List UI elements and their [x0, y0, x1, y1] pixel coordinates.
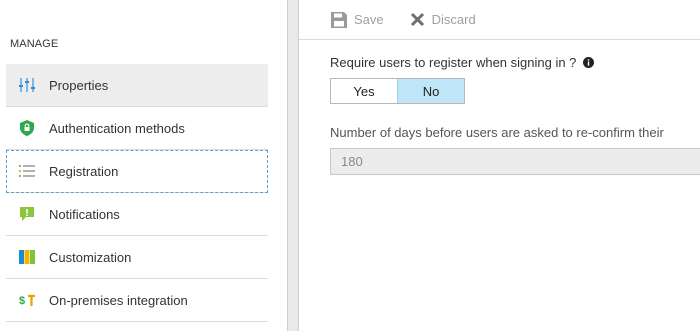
save-button[interactable]: Save — [331, 11, 384, 28]
save-label: Save — [354, 12, 384, 27]
sidebar-nav: Properties Authentication methods Regist… — [6, 64, 268, 322]
sidebar-item-label: Customization — [49, 249, 132, 265]
require-registration-label: Require users to register when signing i… — [330, 55, 595, 71]
sidebar-item-label: Authentication methods — [49, 120, 185, 136]
sidebar-item-label: Properties — [49, 77, 109, 93]
save-icon — [331, 11, 347, 28]
reconfirm-days-input[interactable]: 180 — [330, 148, 700, 175]
toolbar: Save Discard — [299, 0, 700, 40]
sidebar-item-customization[interactable]: Customization — [6, 236, 268, 279]
require-registration-text: Require users to register when signing i… — [330, 55, 577, 70]
sidebar-item-label: Notifications — [49, 206, 120, 222]
toggle-option-yes[interactable]: Yes — [331, 79, 397, 103]
shield-icon — [18, 120, 36, 136]
discard-button[interactable]: Discard — [410, 12, 476, 27]
reconfirm-days-label: Number of days before users are asked to… — [330, 125, 664, 140]
require-registration-toggle: Yes No — [330, 78, 465, 104]
list-icon — [18, 163, 36, 179]
sidebar-item-label: Registration — [49, 163, 119, 179]
customization-icon — [18, 249, 36, 265]
sidebar: MANAGE Properties Authentication methods… — [0, 0, 268, 331]
properties-icon — [18, 77, 36, 93]
svg-text:$: $ — [19, 295, 25, 307]
sidebar-item-properties[interactable]: Properties — [6, 64, 268, 107]
integration-icon: $ — [18, 292, 36, 308]
sidebar-item-label: On-premises integration — [49, 292, 188, 308]
sidebar-item-on-premises-integration[interactable]: $ On-premises integration — [6, 279, 268, 322]
toggle-option-no[interactable]: No — [397, 79, 464, 103]
sidebar-item-authentication-methods[interactable]: Authentication methods — [6, 107, 268, 150]
info-icon[interactable] — [583, 56, 595, 71]
sidebar-item-registration[interactable]: Registration — [6, 150, 268, 193]
section-header-manage: MANAGE — [10, 38, 59, 50]
sidebar-item-notifications[interactable]: Notifications — [6, 193, 268, 236]
notification-icon — [18, 206, 36, 222]
discard-label: Discard — [431, 12, 476, 27]
close-icon — [410, 12, 425, 27]
panel-divider[interactable] — [287, 0, 299, 331]
main-panel: Save Discard Require users to register w… — [299, 0, 700, 331]
